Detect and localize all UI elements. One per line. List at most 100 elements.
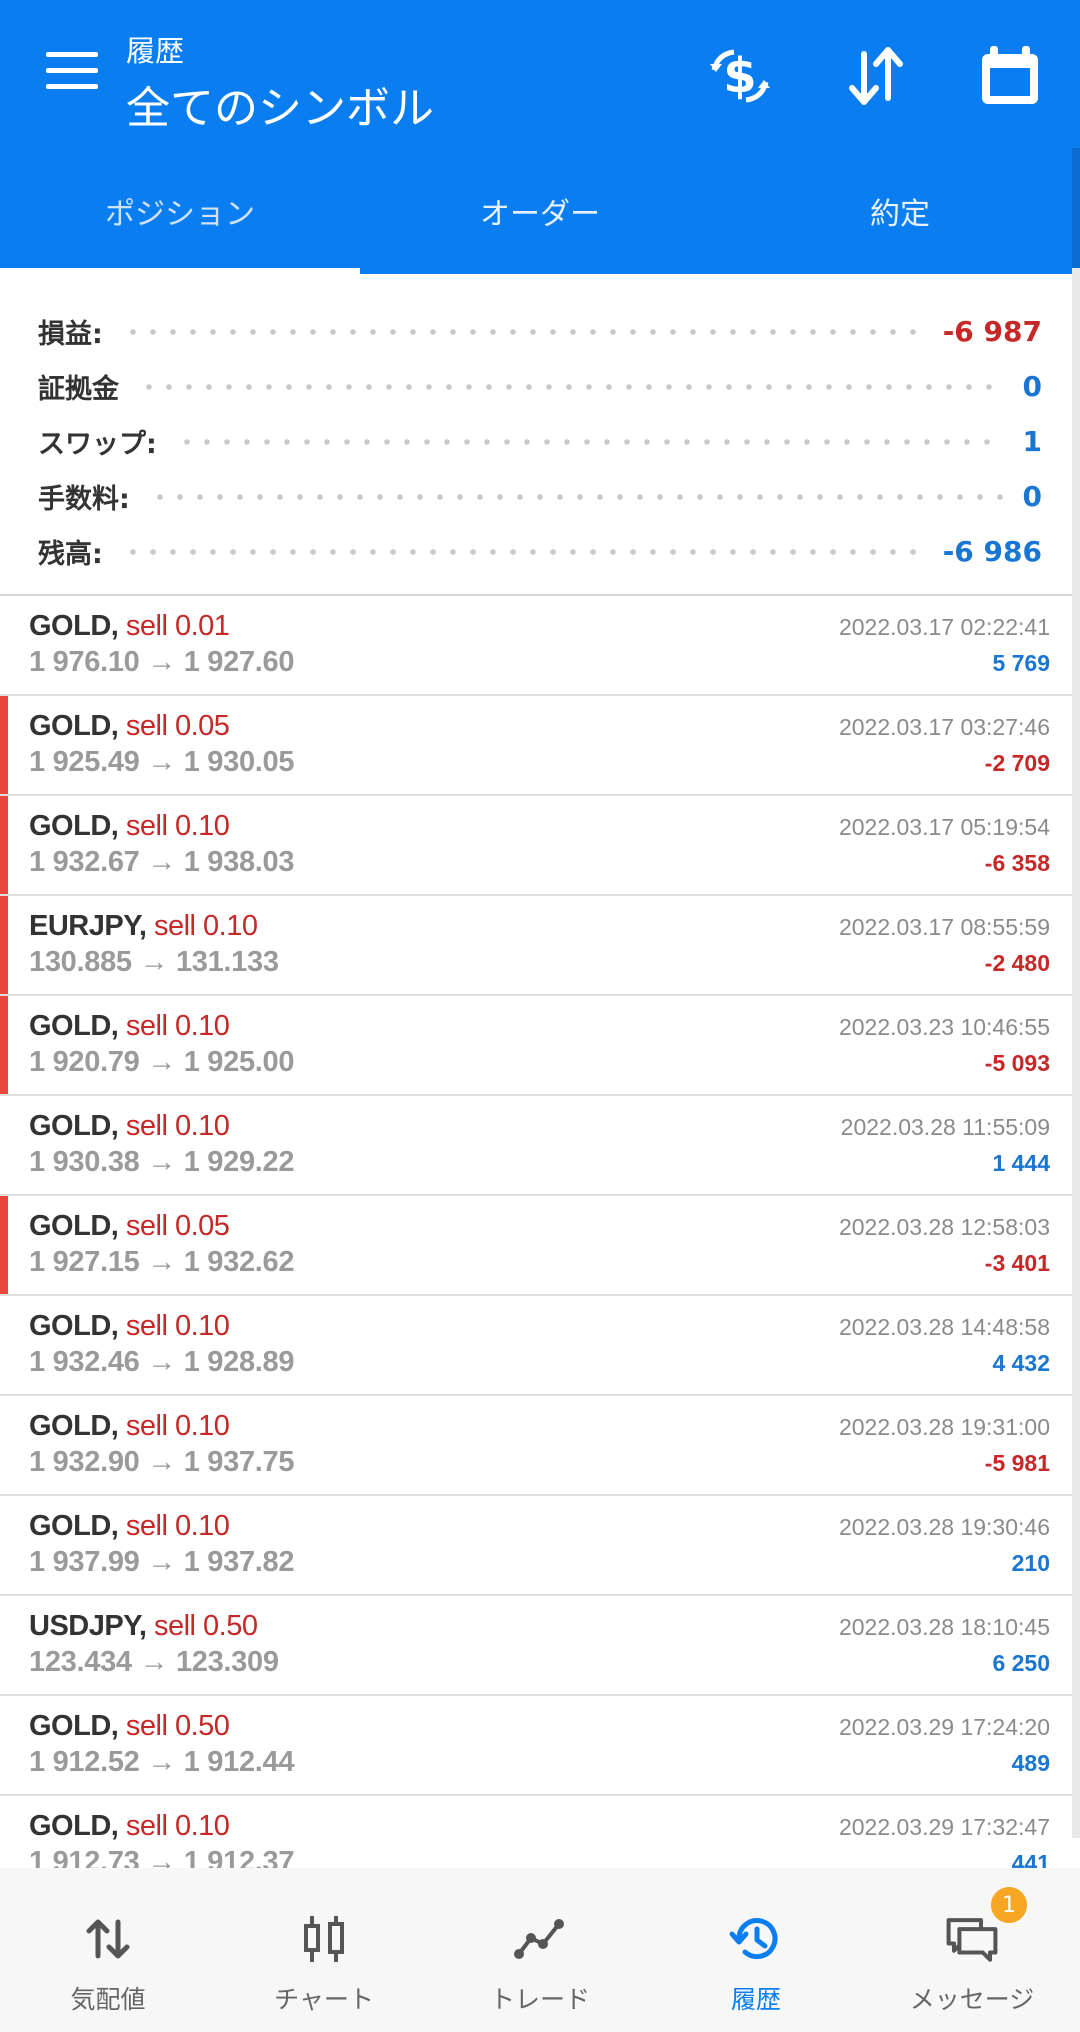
dot-leader	[122, 548, 923, 555]
scrollbar[interactable]	[1072, 148, 1080, 1838]
deal-time: 2022.03.28 19:31:00	[838, 1414, 1050, 1440]
currency-exchange-icon[interactable]: $	[704, 40, 776, 112]
deal-symbol: GOLD,	[29, 1210, 119, 1242]
deal-row[interactable]: GOLD, sell 0.10 1 920.79 → 1 925.00 2022…	[0, 996, 1080, 1096]
deal-action: sell 0.01	[125, 610, 230, 642]
deal-prices: 1 976.10 → 1 927.60	[29, 646, 295, 678]
deal-row[interactable]: GOLD, sell 0.01 1 976.10 → 1 927.60 2022…	[0, 596, 1080, 696]
deal-row[interactable]: GOLD, sell 0.10 1 930.38 → 1 929.22 2022…	[0, 1096, 1080, 1196]
deal-row[interactable]: GOLD, sell 0.05 1 927.15 → 1 932.62 2022…	[0, 1196, 1080, 1296]
sort-icon[interactable]	[840, 40, 912, 112]
deal-time: 2022.03.28 14:48:58	[838, 1314, 1050, 1340]
deal-time: 2022.03.28 12:58:03	[838, 1214, 1050, 1240]
summary-value: 1	[1022, 425, 1042, 458]
scrollbar-thumb[interactable]	[1072, 148, 1080, 268]
deal-profit: 5 769	[992, 650, 1050, 676]
deal-row[interactable]: GOLD, sell 0.05 1 925.49 → 1 930.05 2022…	[0, 696, 1080, 796]
summary-label: 損益:	[38, 319, 103, 350]
nav-label: トレード	[489, 1985, 590, 2014]
tab-deals[interactable]: 約定	[720, 148, 1080, 274]
deal-profit: -6 358	[984, 850, 1050, 876]
deal-row[interactable]: GOLD, sell 0.10 1 912.73 → 1 912.37 2022…	[0, 1796, 1080, 1868]
deal-symbol: GOLD,	[29, 1110, 119, 1142]
deal-symbol: GOLD,	[29, 1010, 119, 1042]
nav-label: チャート	[274, 1985, 374, 2014]
nav-quotes[interactable]: 気配値	[0, 1868, 216, 2032]
quotes-icon	[86, 1919, 130, 1959]
loss-indicator	[0, 1196, 8, 1294]
tab-positions[interactable]: ポジション	[0, 148, 360, 274]
summary-label: 証拠金	[38, 374, 119, 405]
summary-row-balance: 残高: -6 986	[0, 524, 1080, 579]
app-bar: 履歴 全てのシンボル $	[0, 0, 1080, 148]
deal-profit: 489	[1011, 1750, 1050, 1776]
deal-time: 2022.03.17 08:55:59	[838, 914, 1050, 940]
summary-value: -6 987	[942, 315, 1042, 348]
summary-label: 残高:	[38, 539, 103, 570]
deal-list[interactable]: GOLD, sell 0.01 1 976.10 → 1 927.60 2022…	[0, 596, 1080, 1868]
deal-prices: 1 930.38 → 1 929.22	[29, 1146, 295, 1178]
deal-prices: 1 925.49 → 1 930.05	[29, 746, 295, 778]
deal-time: 2022.03.28 18:10:45	[838, 1614, 1050, 1640]
deal-row[interactable]: GOLD, sell 0.10 1 932.90 → 1 937.75 2022…	[0, 1396, 1080, 1496]
summary-value: -6 986	[942, 535, 1042, 568]
deal-action: sell 0.10	[125, 1410, 230, 1442]
deal-profit: -3 401	[984, 1250, 1050, 1276]
deal-symbol: GOLD,	[29, 710, 119, 742]
svg-text:$: $	[723, 48, 756, 104]
bottom-nav: 気配値 チャート トレード 履歴 1 メッセージ	[0, 1868, 1080, 2032]
deal-profit: 1 444	[992, 1150, 1050, 1176]
unread-badge: 1	[988, 1884, 1030, 1926]
loss-indicator	[0, 996, 8, 1094]
deal-action: sell 0.05	[125, 710, 230, 742]
deal-row[interactable]: GOLD, sell 0.10 1 937.99 → 1 937.82 2022…	[0, 1496, 1080, 1596]
deal-symbol: GOLD,	[29, 1510, 119, 1542]
nav-chart[interactable]: チャート	[216, 1868, 432, 2032]
deal-profit: 441	[1011, 1850, 1050, 1868]
tab-orders[interactable]: オーダー	[360, 148, 720, 274]
nav-trade[interactable]: トレード	[432, 1868, 648, 2032]
deal-profit: -5 093	[984, 1050, 1050, 1076]
deal-time: 2022.03.28 19:30:46	[838, 1514, 1050, 1540]
deal-prices: 1 912.52 → 1 912.44	[29, 1746, 295, 1778]
summary-label: 手数料:	[38, 484, 130, 515]
deal-profit: 6 250	[992, 1650, 1050, 1676]
deal-action: sell 0.10	[125, 810, 230, 842]
deal-row[interactable]: GOLD, sell 0.10 1 932.46 → 1 928.89 2022…	[0, 1296, 1080, 1396]
deal-profit: 4 432	[992, 1350, 1050, 1376]
menu-icon[interactable]	[46, 52, 98, 92]
nav-history[interactable]: 履歴	[648, 1868, 864, 2032]
deal-row[interactable]: GOLD, sell 0.10 1 932.67 → 1 938.03 2022…	[0, 796, 1080, 896]
summary-row-profit: 損益: -6 987	[0, 304, 1080, 359]
deal-time: 2022.03.17 05:19:54	[838, 814, 1050, 840]
deal-time: 2022.03.17 03:27:46	[838, 714, 1050, 740]
deal-prices: 1 932.67 → 1 938.03	[29, 846, 295, 878]
deal-row[interactable]: USDJPY, sell 0.50 123.434 → 123.309 2022…	[0, 1596, 1080, 1696]
deal-prices: 1 912.73 → 1 912.37	[29, 1846, 295, 1868]
summary-label: スワップ:	[38, 429, 157, 460]
deal-row[interactable]: GOLD, sell 0.50 1 912.52 → 1 912.44 2022…	[0, 1696, 1080, 1796]
page-title[interactable]: 全てのシンボル	[126, 72, 434, 136]
deal-prices: 1 932.90 → 1 937.75	[29, 1446, 295, 1478]
deal-symbol: GOLD,	[29, 1310, 119, 1342]
nav-label: 気配値	[70, 1985, 146, 2014]
deal-time: 2022.03.29 17:24:20	[838, 1714, 1050, 1740]
history-icon	[729, 1918, 778, 1960]
nav-label: 履歴	[730, 1985, 781, 2014]
deal-time: 2022.03.28 11:55:09	[840, 1114, 1050, 1140]
deal-action: sell 0.50	[125, 1710, 230, 1742]
dot-leader	[122, 328, 923, 335]
deal-symbol: GOLD,	[29, 810, 119, 842]
deal-action: sell 0.10	[125, 1110, 230, 1142]
deal-prices: 1 932.46 → 1 928.89	[29, 1346, 295, 1378]
nav-messages[interactable]: 1 メッセージ	[864, 1868, 1080, 2032]
deal-symbol: GOLD,	[29, 1810, 119, 1842]
loss-indicator	[0, 796, 8, 894]
calendar-icon[interactable]	[974, 40, 1046, 112]
loss-indicator	[0, 696, 8, 794]
deal-row[interactable]: EURJPY, sell 0.10 130.885 → 131.133 2022…	[0, 896, 1080, 996]
deal-action: sell 0.10	[125, 1310, 230, 1342]
deal-action: sell 0.05	[125, 1210, 230, 1242]
nav-label: メッセージ	[909, 1985, 1035, 2014]
deal-profit: -2 480	[984, 950, 1050, 976]
